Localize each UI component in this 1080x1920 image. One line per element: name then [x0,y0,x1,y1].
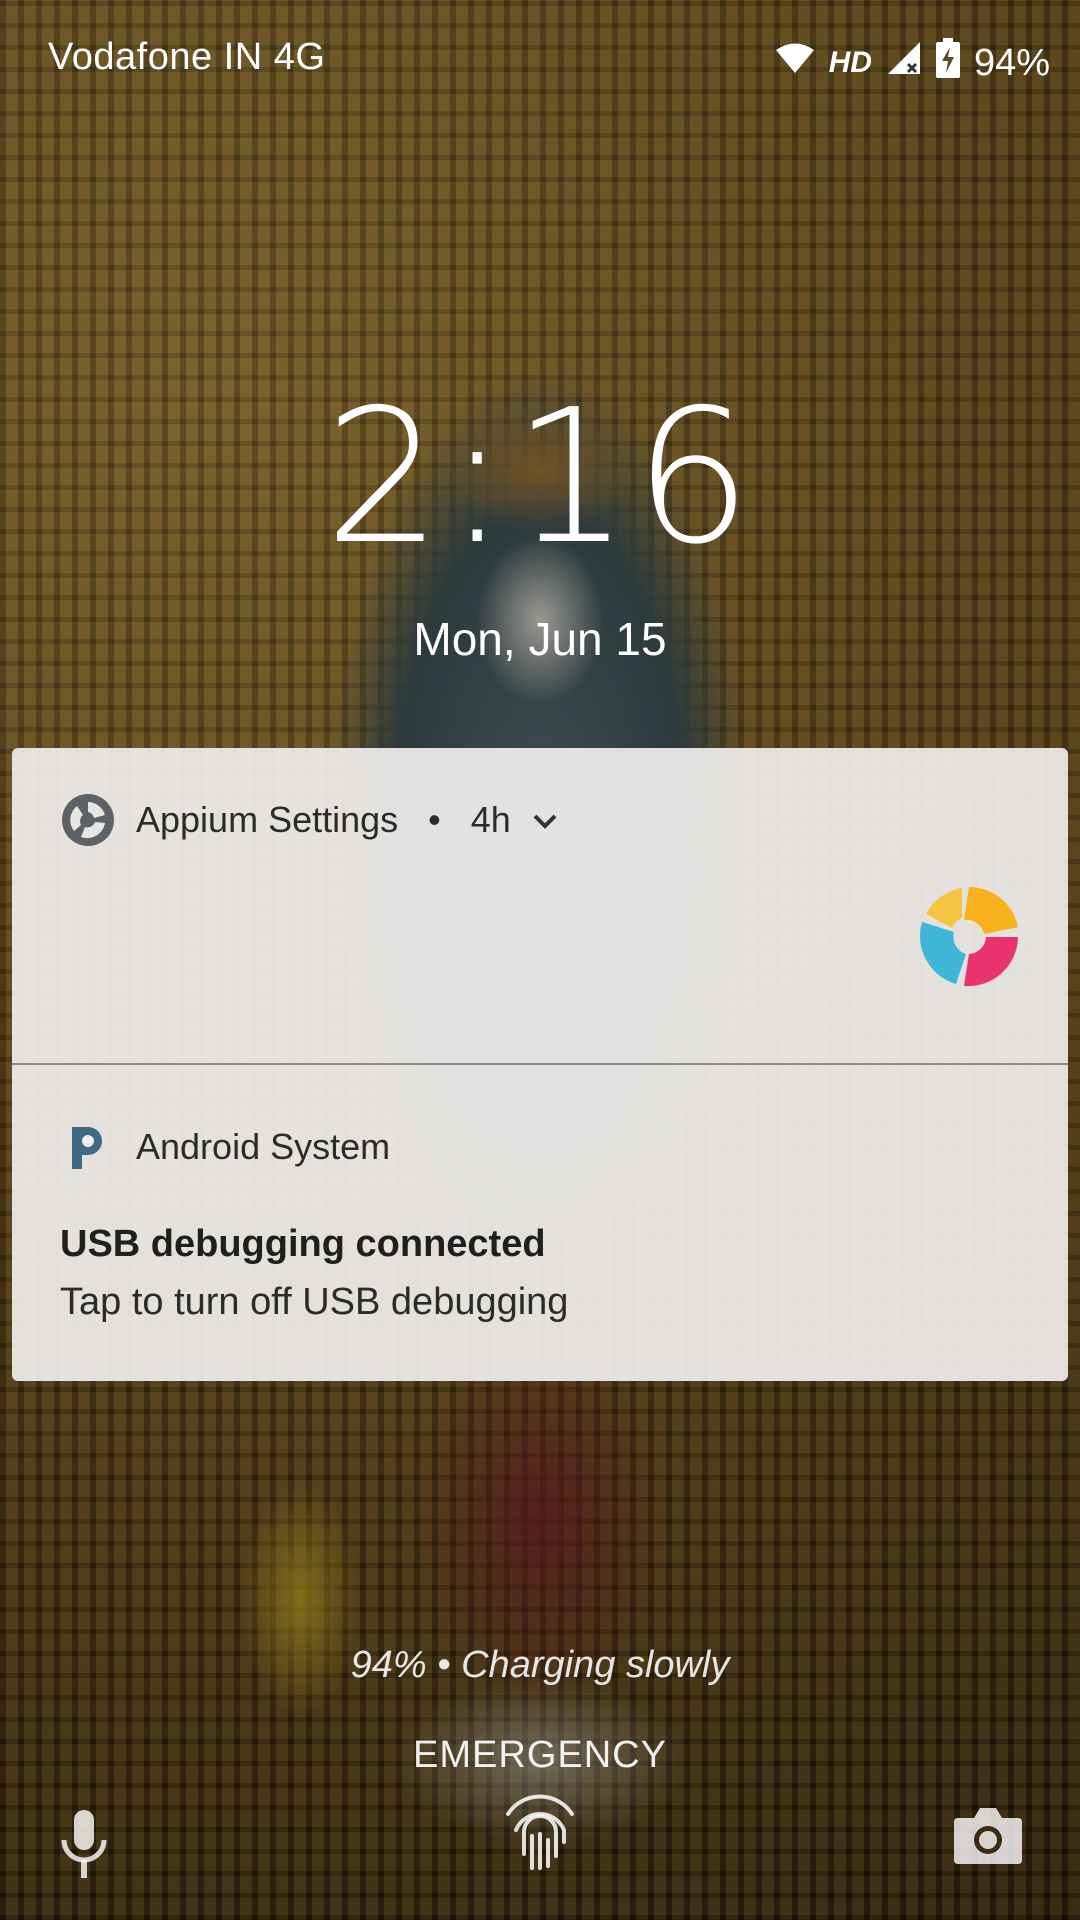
notification-android-system[interactable]: Android System USB debugging connected T… [12,1065,1068,1381]
chevron-down-icon[interactable] [531,799,559,841]
notification-text: Tap to turn off USB debugging [60,1281,569,1323]
notification-separator: • [428,799,441,840]
wifi-icon [775,42,815,85]
lockscreen-clock: 2:16 [324,369,756,585]
fingerprint-icon[interactable] [494,1784,586,1876]
android-p-icon [60,1119,116,1175]
emergency-button[interactable]: EMERGENCY [0,1734,1080,1777]
charging-status: 94% • Charging slowly [350,1644,730,1686]
hd-badge: HD [828,46,872,79]
notification-time: 4h [470,799,511,840]
notification-header: Appium Settings • 4h [60,792,559,848]
camera-icon[interactable] [952,1804,1024,1866]
notification-app-name: Android System [136,1126,391,1167]
notification-app-name: Appium Settings [136,799,399,840]
notification-appium-settings[interactable]: Appium Settings • 4h [12,748,1068,1065]
battery-charging-icon [935,38,960,88]
status-bar: Vodafone IN 4G HD 94% [0,0,1080,120]
notification-title: USB debugging connected [60,1223,546,1265]
status-icons: HD 94% [775,38,1050,88]
mic-icon[interactable] [56,1806,112,1886]
appium-icon [60,792,116,848]
lockscreen-date: Mon, Jun 15 [413,613,667,665]
carrier-label: Vodafone IN 4G [48,36,326,78]
battery-percentage: 94% [973,41,1050,84]
notification-stack: Appium Settings • 4h Android System USB … [12,748,1068,1381]
signal-icon [886,40,922,86]
notification-header: Android System [60,1119,390,1175]
appium-logo [914,882,1024,992]
